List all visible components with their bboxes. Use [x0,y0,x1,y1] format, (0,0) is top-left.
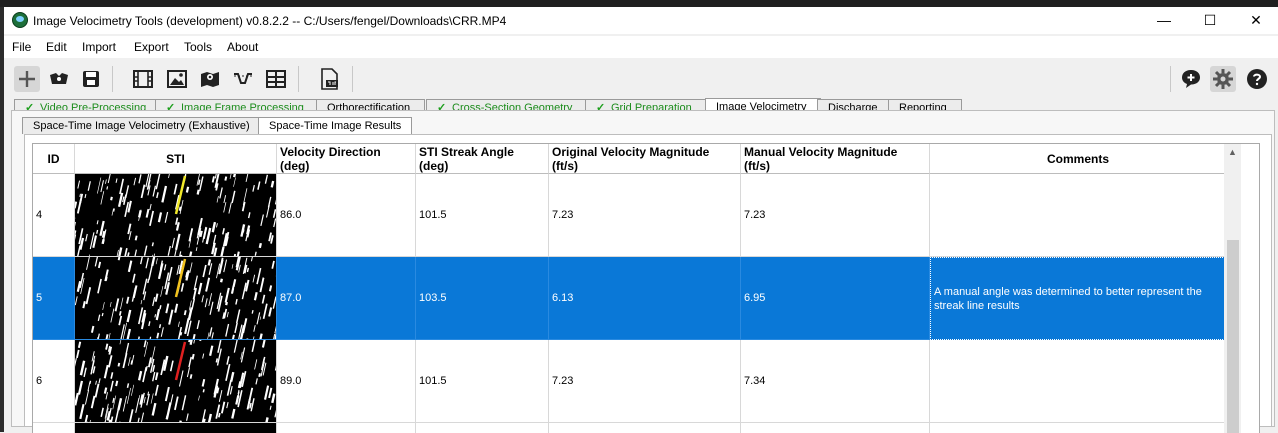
cell-manual-velocity: 7.23 [741,174,930,257]
table-header: ID STI Velocity Direction (deg) STI Stre… [33,144,1223,174]
menu-about[interactable]: About [227,40,258,54]
cell-manual-velocity: 6.95 [741,257,930,340]
image-icon[interactable] [164,66,190,92]
cell-streak-angle: 103.5 [416,257,549,340]
cell-id: 5 [33,257,75,340]
add-comment-icon[interactable] [1178,66,1204,92]
toolbar-separator [298,66,299,92]
results-table[interactable]: ID STI Velocity Direction (deg) STI Stre… [32,143,1260,433]
cell-original-velocity: 6.13 [549,257,741,340]
pdf-icon[interactable] [316,66,342,92]
save-icon[interactable] [78,66,104,92]
toolbar-separator [112,66,113,92]
subtab-sti-results[interactable]: Space-Time Image Results [258,117,412,134]
cell-comments[interactable] [930,340,1227,423]
open-project-icon[interactable] [46,66,72,92]
table-row-selected[interactable]: 5 87.0 103.5 6.13 6.95 A manual angle wa… [33,257,1223,340]
sti-thumbnail [75,340,277,423]
toolbar-separator [1170,66,1171,92]
table-row[interactable]: 6 89.0 101.5 7.23 7.34 [33,340,1223,423]
vertical-scrollbar[interactable]: ▲ [1224,144,1241,433]
cell-velocity-direction: 86.0 [277,174,416,257]
col-header-sti[interactable]: STI [75,144,277,174]
scrollbar-thumb[interactable] [1227,240,1239,433]
menu-export[interactable]: Export [134,40,169,54]
cell-streak-angle: 101.5 [416,174,549,257]
table-row[interactable]: 4 86.0 101.5 7.23 7.23 [33,174,1223,257]
close-button[interactable]: ✕ [1233,7,1278,34]
cell-velocity-direction: 87.0 [277,257,416,340]
cell-velocity-direction: 89.0 [277,340,416,423]
col-header-original-velocity[interactable]: Original Velocity Magnitude (ft/s) [549,144,741,174]
col-header-streak-angle[interactable]: STI Streak Angle (deg) [416,144,549,174]
cell-manual-velocity: 7.34 [741,340,930,423]
cell-id: 6 [33,340,75,423]
menu-tools[interactable]: Tools [184,40,212,54]
desktop-strip [0,0,1278,7]
menu-import[interactable]: Import [82,40,116,54]
table-icon[interactable] [263,66,289,92]
help-icon[interactable] [1244,66,1270,92]
scroll-up-arrow-icon[interactable]: ▲ [1224,144,1241,161]
col-header-manual-velocity[interactable]: Manual Velocity Magnitude (ft/s) [741,144,930,174]
cell-original-velocity: 7.23 [549,340,741,423]
minimize-button[interactable]: — [1141,7,1187,34]
title-bar: Image Velocimetry Tools (development) v0… [4,7,1278,34]
toolbar-separator [352,66,353,92]
cell-streak-angle: 101.5 [416,340,549,423]
window-title: Image Velocimetry Tools (development) v0… [33,14,506,28]
cell-id: 4 [33,174,75,257]
cross-section-icon[interactable] [230,66,256,92]
table-margin [1241,144,1259,433]
cell-original-velocity: 7.23 [549,174,741,257]
menu-bar: File Edit Import Export Tools About [4,36,1278,58]
cell-comments[interactable] [930,174,1227,257]
col-header-velocity-direction[interactable]: Velocity Direction (deg) [277,144,416,174]
maximize-button[interactable]: ☐ [1187,7,1233,34]
video-icon[interactable] [130,66,156,92]
col-header-comments[interactable]: Comments [930,144,1227,174]
sti-thumbnail [75,174,277,257]
subtab-stiv-exhaustive[interactable]: Space-Time Image Velocimetry (Exhaustive… [22,117,261,134]
sti-thumbnail [75,257,277,340]
toolbar [4,60,1278,98]
menu-edit[interactable]: Edit [46,40,67,54]
cell-comments[interactable]: A manual angle was determined to better … [930,257,1227,340]
map-icon[interactable] [197,66,223,92]
settings-icon[interactable] [1210,66,1236,92]
app-logo-icon [12,12,28,28]
add-icon[interactable] [14,66,40,92]
menu-file[interactable]: File [12,40,31,54]
col-header-id[interactable]: ID [33,144,75,174]
